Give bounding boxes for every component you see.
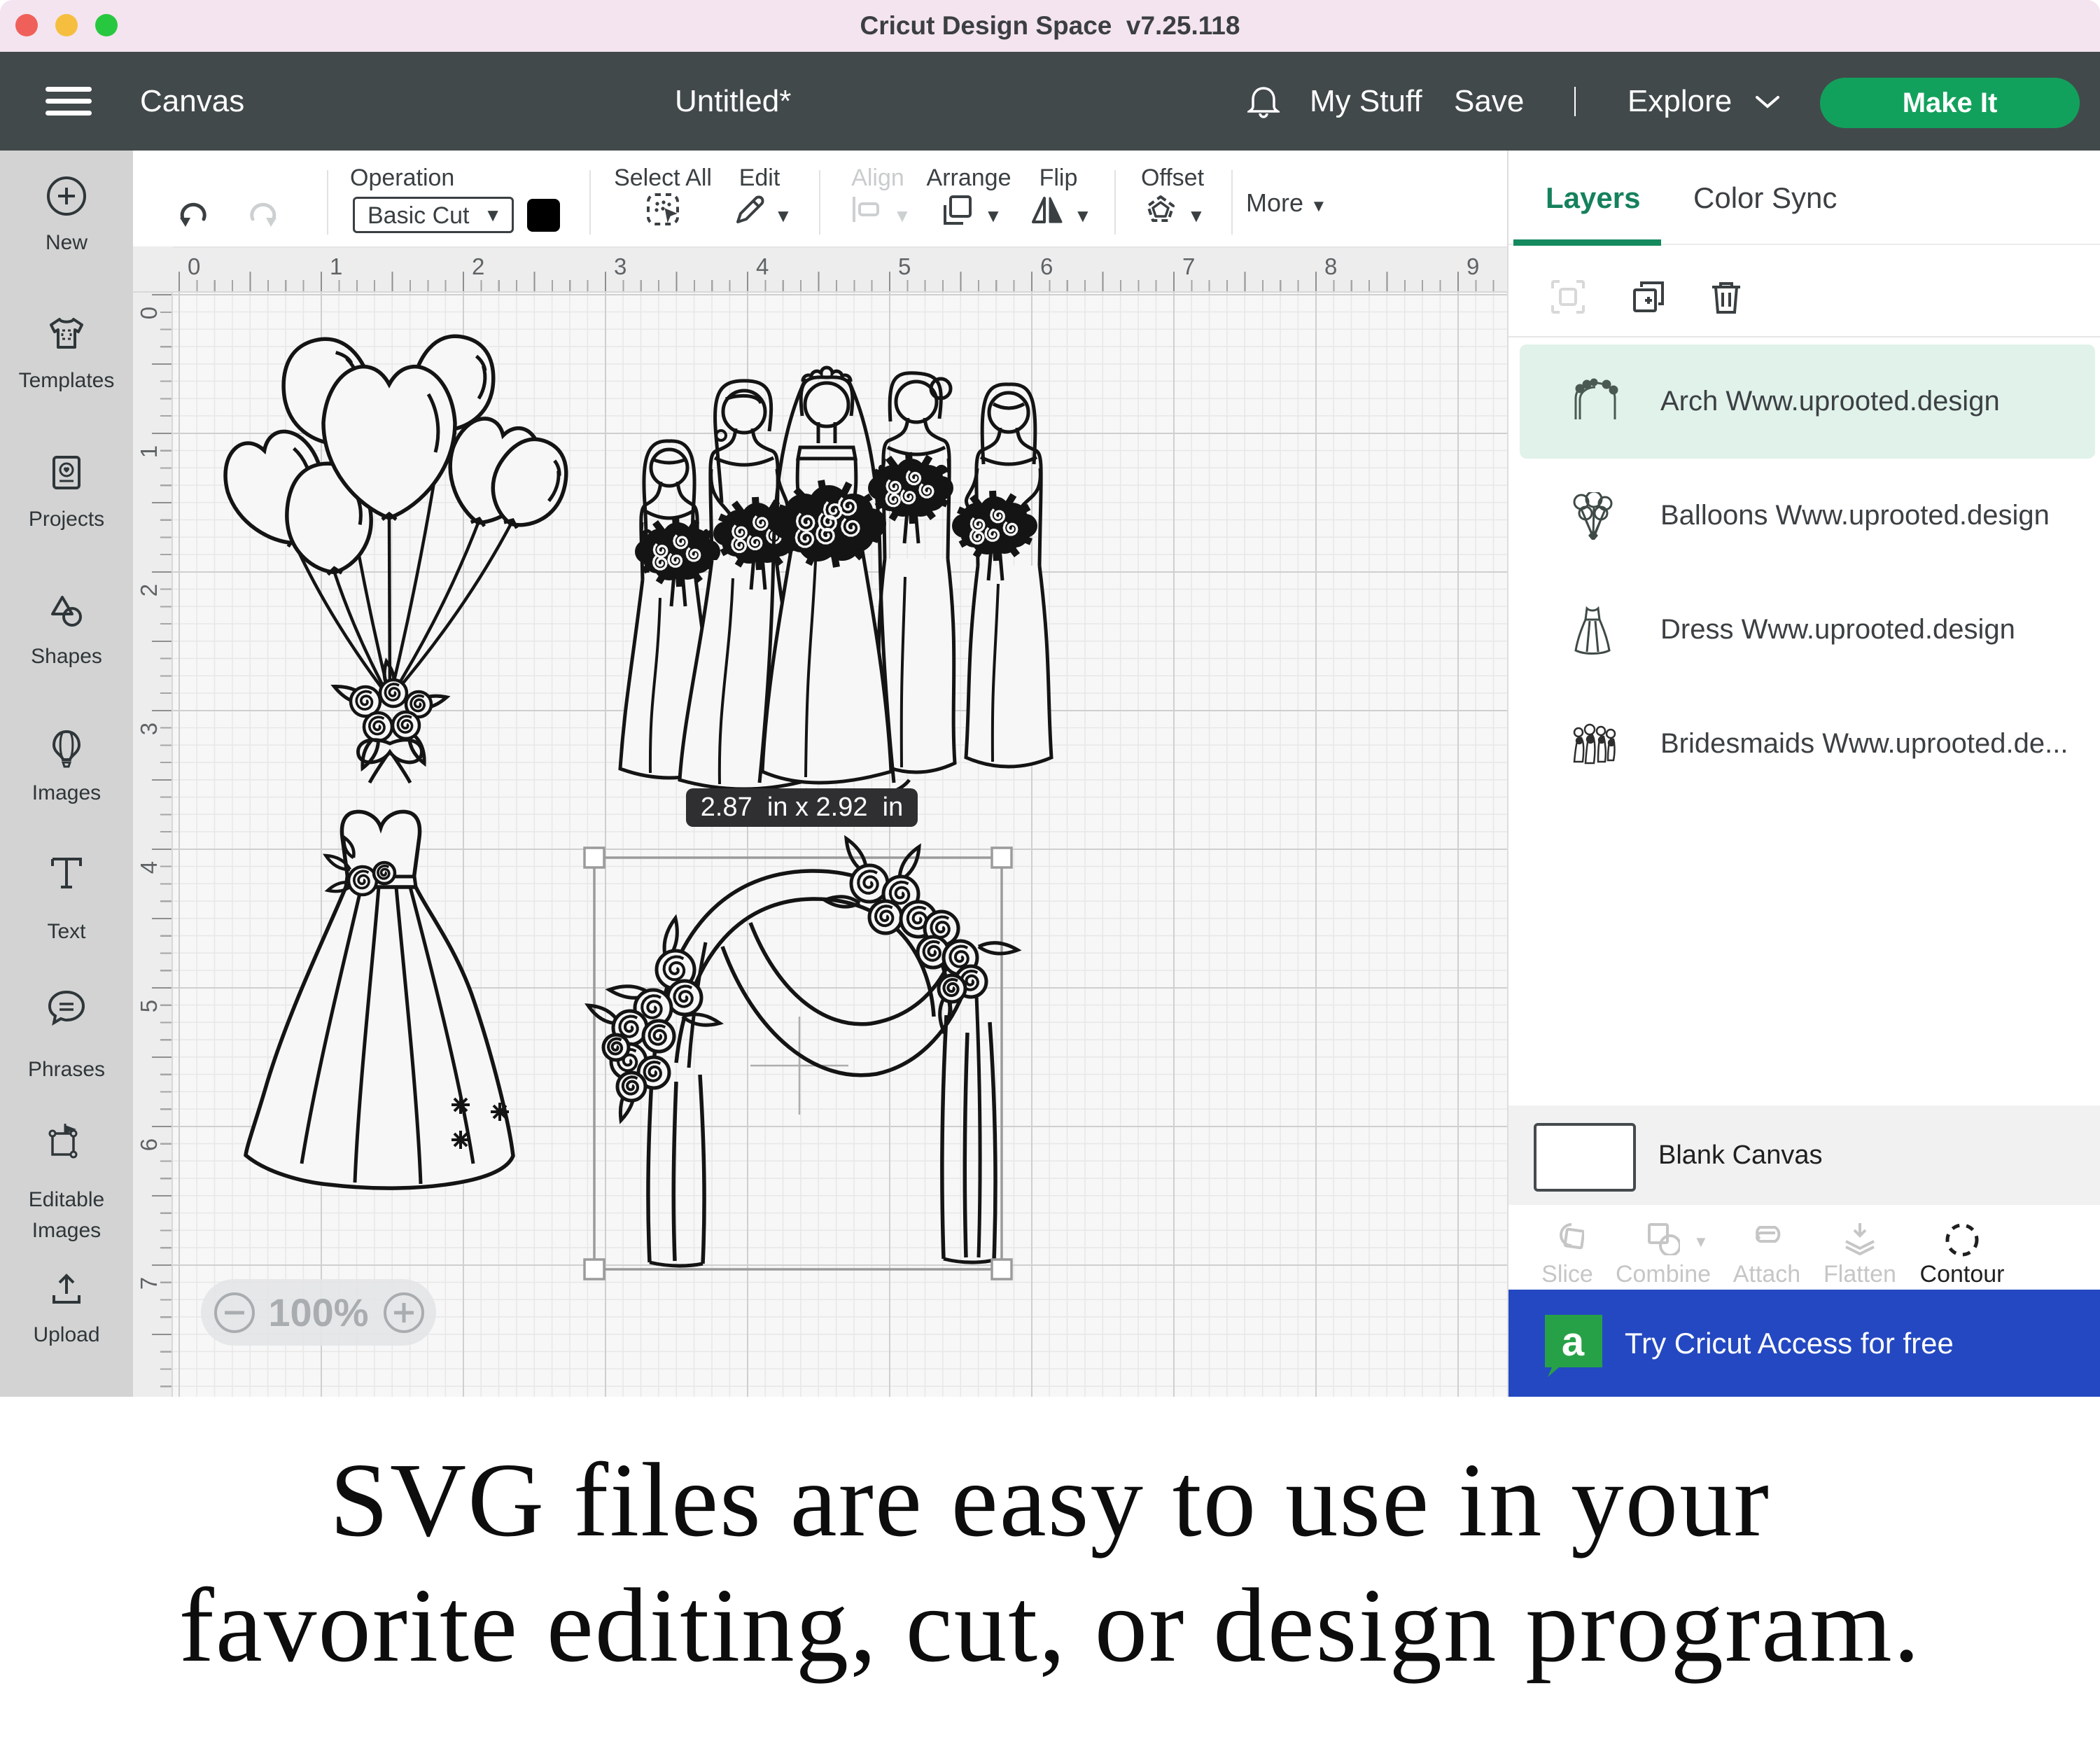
svg-text:a: a (1562, 1319, 1585, 1365)
svg-text:100%: 100% (268, 1290, 368, 1334)
